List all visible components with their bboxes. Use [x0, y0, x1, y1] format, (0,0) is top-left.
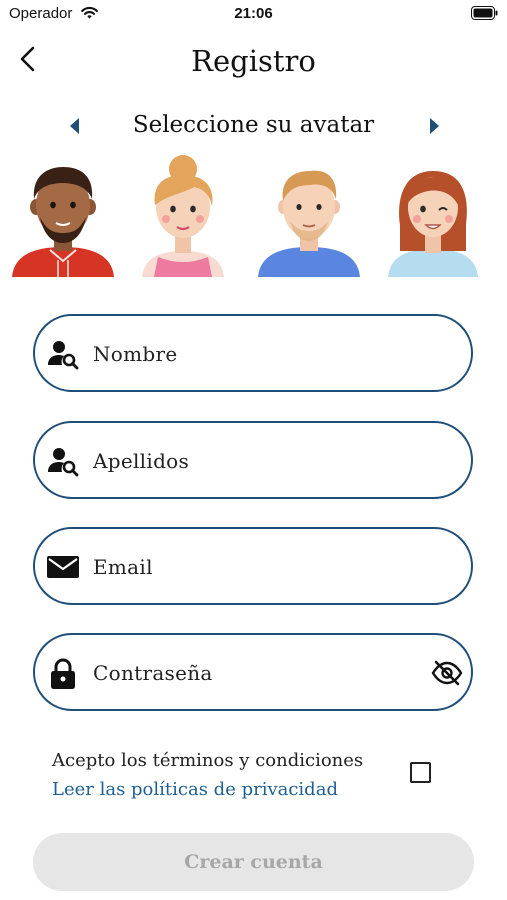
privacy-policy-link[interactable]: Leer las políticas de privacidad: [52, 779, 338, 800]
nombre-field[interactable]: Nombre: [33, 314, 473, 392]
avatar-carousel: [0, 155, 507, 277]
apellidos-placeholder: Apellidos: [93, 449, 190, 473]
toggle-password-visibility-icon[interactable]: [431, 659, 463, 687]
password-placeholder: Contraseña: [93, 661, 213, 685]
avatar-man-blond[interactable]: [250, 155, 368, 277]
user-search-icon: [48, 448, 79, 477]
email-placeholder: Email: [93, 555, 153, 579]
nombre-placeholder: Nombre: [93, 342, 178, 366]
status-time: 21:06: [234, 5, 273, 22]
terms-label: Acepto los términos y condiciones: [52, 750, 364, 771]
create-account-button[interactable]: Crear cuenta: [33, 833, 474, 891]
apellidos-field[interactable]: Apellidos: [33, 421, 473, 499]
email-field[interactable]: Email: [33, 527, 473, 605]
lock-icon: [51, 658, 75, 689]
page-title: Registro: [191, 44, 316, 78]
next-avatar-icon[interactable]: [424, 115, 444, 137]
battery-icon: [471, 6, 498, 20]
password-field[interactable]: Contraseña: [33, 633, 473, 711]
avatar-woman-red-hair[interactable]: [374, 155, 492, 277]
avatar-picker-header: Seleccione su avatar: [0, 112, 507, 140]
avatar-man-dark-hair[interactable]: [4, 155, 122, 277]
envelope-icon: [47, 556, 79, 578]
status-bar: Operador 21:06: [0, 0, 507, 30]
user-search-icon: [48, 341, 79, 370]
terms-checkbox[interactable]: [410, 762, 431, 783]
avatar-woman-bun[interactable]: [124, 155, 242, 277]
